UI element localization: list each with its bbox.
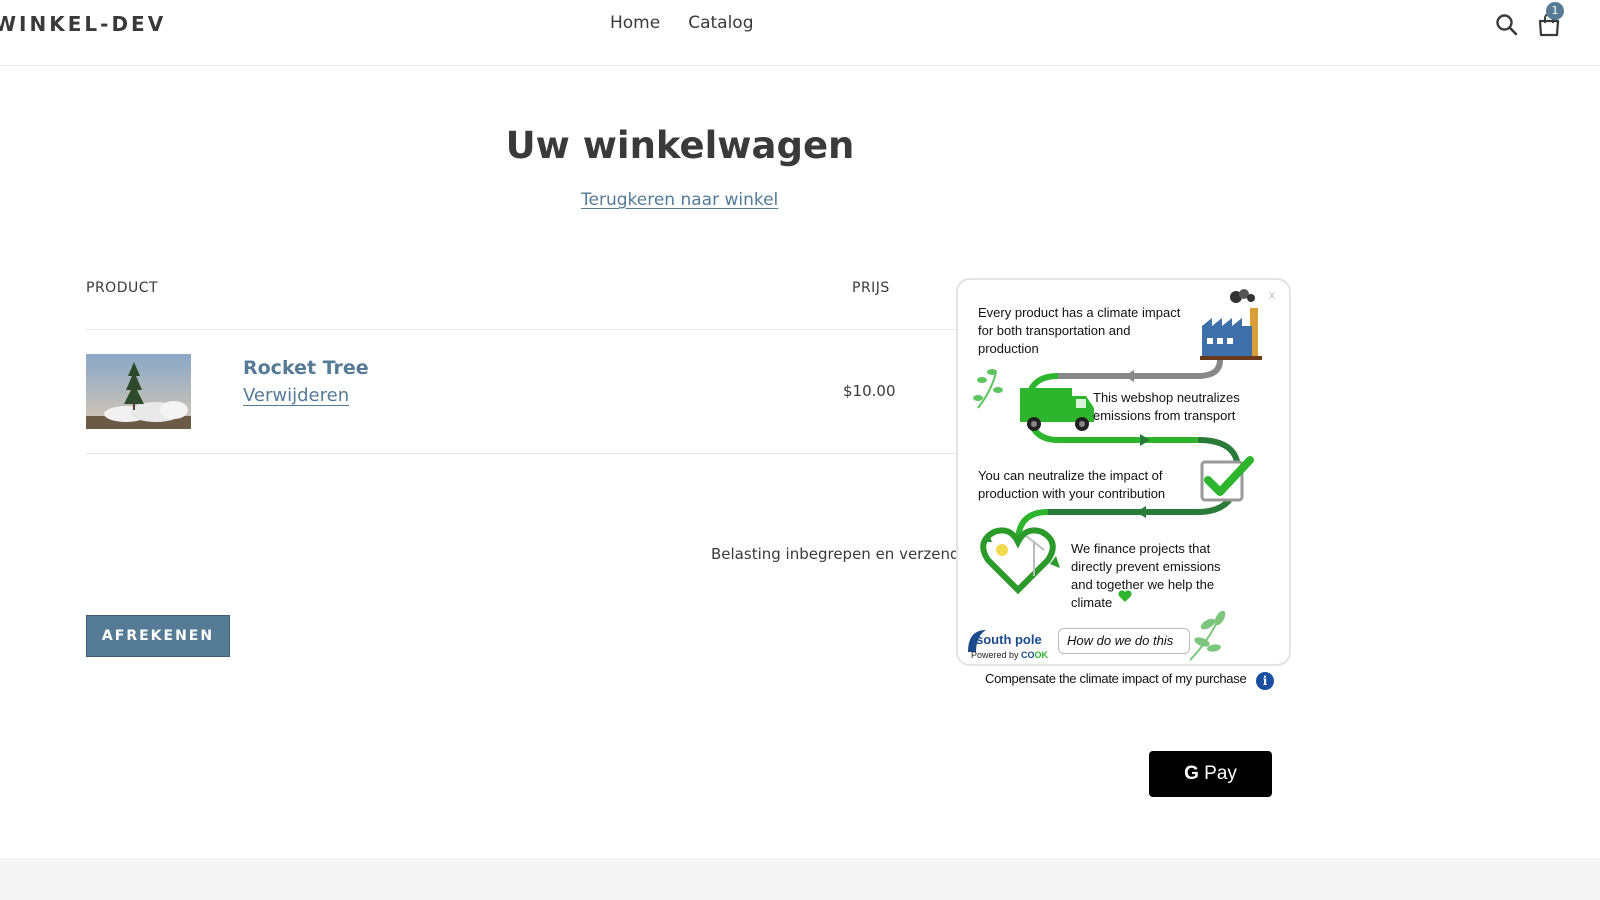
product-name[interactable]: Rocket Tree [243, 357, 369, 379]
google-pay-button[interactable]: G Pay [1149, 751, 1272, 797]
search-icon[interactable] [1494, 12, 1520, 38]
tax-shipping-note: Belasting inbegrepen en verzend [711, 545, 960, 563]
widget-text-contribution: You can neutralize the impact of product… [978, 468, 1166, 501]
main-nav: Home Catalog [610, 13, 754, 33]
powered-brand: CO [1021, 650, 1035, 660]
table-divider [86, 453, 956, 454]
heart-icon [980, 527, 1060, 595]
remove-item-link[interactable]: Verwijderen [243, 385, 349, 406]
continue-shopping-link[interactable]: Terugkeren naar winkel [581, 190, 778, 210]
table-divider [86, 329, 956, 330]
site-header: WINKEL-DEV Home Catalog 1 [0, 0, 1600, 66]
checkmark-icon [1200, 456, 1254, 502]
factory-icon [1200, 289, 1262, 360]
climate-widget: x Every product has a climate impact for… [956, 278, 1291, 666]
google-g-icon: G [1184, 763, 1199, 784]
compensate-climate-option[interactable]: Compensate the climate impact of my purc… [985, 671, 1247, 686]
site-logo[interactable]: WINKEL-DEV [0, 12, 166, 36]
column-header-price: PRIJS [852, 280, 890, 296]
product-price: $10.00 [843, 382, 896, 400]
info-icon[interactable]: i [1256, 672, 1274, 690]
cart-count-badge: 1 [1546, 2, 1564, 20]
widget-text-projects: We finance projects that directly preven… [1071, 541, 1221, 610]
product-image[interactable] [86, 354, 191, 429]
rocket-tree-image [86, 354, 191, 429]
checkout-button[interactable]: AFREKENEN [86, 615, 230, 657]
widget-text-impact: Every product has a climate impact for b… [978, 305, 1181, 356]
powered-prefix: Powered by [971, 650, 1019, 660]
column-header-product: PRODUCT [86, 280, 159, 296]
gpay-label: Pay [1204, 763, 1237, 784]
powered-by-label: Powered by COOK [971, 650, 1048, 660]
nav-catalog-link[interactable]: Catalog [688, 13, 753, 33]
powered-suffix: OK [1034, 650, 1049, 660]
widget-text-transport: This webshop neutralizes emissions from … [1093, 390, 1240, 423]
nav-home-link[interactable]: Home [610, 13, 660, 33]
page-title: Uw winkelwagen [505, 124, 855, 167]
how-do-we-do-this-button[interactable]: How do we do this [1058, 628, 1190, 654]
truck-icon [1020, 388, 1094, 431]
south-pole-brand: south pole [976, 632, 1042, 647]
sprout-icon [1189, 610, 1226, 661]
widget-close-button[interactable]: x [1269, 288, 1275, 302]
site-footer [0, 858, 1600, 900]
